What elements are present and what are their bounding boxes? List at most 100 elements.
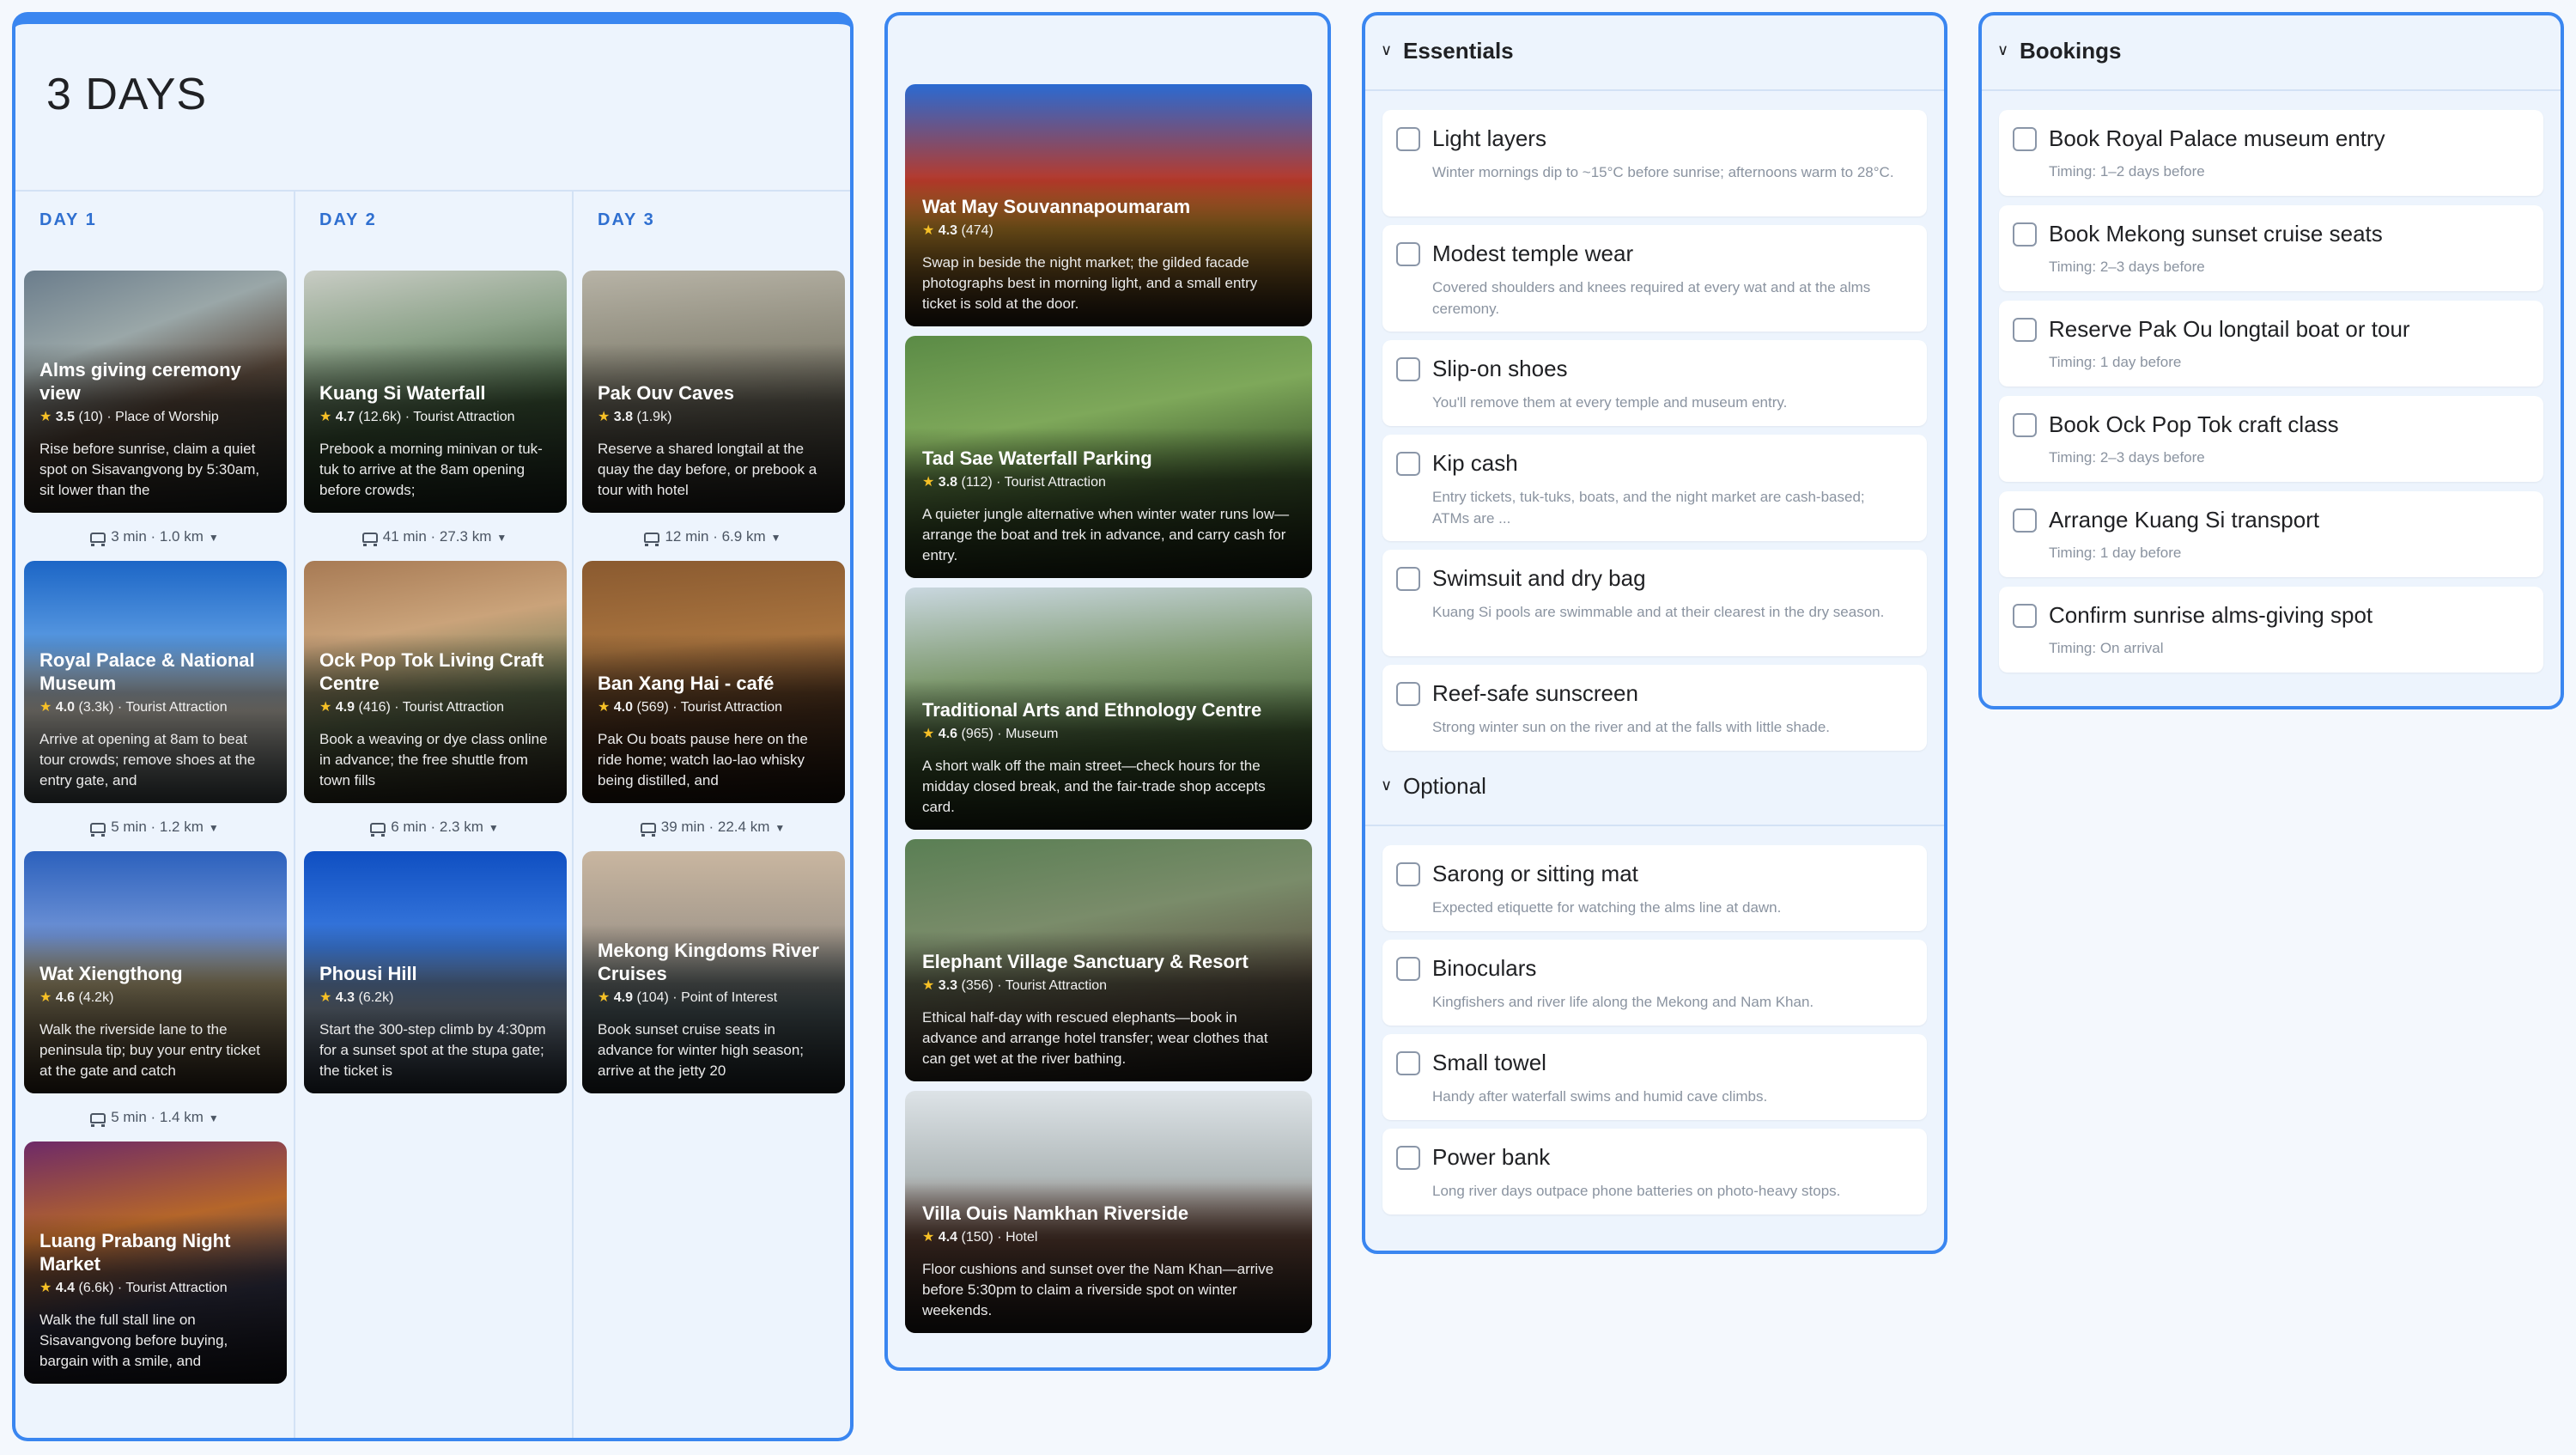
checklist-item[interactable]: Kip cash Entry tickets, tuk-tuks, boats,… — [1382, 435, 1927, 541]
travel-time[interactable]: 5 min · 1.4 km ▼ — [15, 1109, 294, 1127]
checklist-item[interactable]: Slip-on shoes You'll remove them at ever… — [1382, 340, 1927, 426]
checkbox[interactable] — [1396, 1051, 1420, 1075]
travel-time[interactable]: 39 min · 22.4 km ▼ — [574, 819, 850, 837]
booking-label: Confirm sunrise alms-giving spot — [2049, 602, 2373, 628]
place-description: Walk the riverside lane to the peninsula… — [39, 1021, 261, 1079]
place-card[interactable]: Pak Ouv Caves ★ 3.8 (1.9k) Reserve a sha… — [582, 271, 845, 513]
chevron-down-icon: ▼ — [496, 532, 507, 544]
checkbox[interactable] — [1396, 357, 1420, 381]
checkbox[interactable] — [2013, 508, 2037, 533]
place-name: Ban Xang Hai - café — [598, 673, 775, 694]
checkbox[interactable] — [2013, 604, 2037, 628]
saved-places-panel: Wat May Souvannapoumaram ★ 4.3 (474) Swa… — [884, 12, 1331, 1371]
place-card[interactable]: Wat Xiengthong ★ 4.6 (4.2k) Walk the riv… — [24, 851, 287, 1093]
checkbox[interactable] — [1396, 862, 1420, 886]
travel-time[interactable]: 12 min · 6.9 km ▼ — [574, 528, 850, 546]
booking-item[interactable]: Book Ock Pop Tok craft class Timing: 2–3… — [1999, 396, 2543, 482]
checklist-item[interactable]: Binoculars Kingfishers and river life al… — [1382, 940, 1927, 1026]
checkbox[interactable] — [1396, 682, 1420, 706]
checkbox[interactable] — [2013, 318, 2037, 342]
place-description: A short walk off the main street—check h… — [922, 758, 1266, 815]
checklist-item[interactable]: Power bank Long river days outpace phone… — [1382, 1129, 1927, 1215]
day-label: DAY 3 — [598, 210, 655, 229]
place-card[interactable]: Ban Xang Hai - café ★ 4.0 (569) · Touris… — [582, 561, 845, 803]
checkbox[interactable] — [1396, 452, 1420, 476]
star-icon: ★ — [319, 410, 332, 424]
car-icon — [90, 822, 106, 837]
item-label: Kip cash — [1432, 450, 1518, 476]
place-card[interactable]: Phousi Hill ★ 4.3 (6.2k) Start the 300-s… — [304, 851, 567, 1093]
place-description: Reserve a shared longtail at the quay th… — [598, 441, 817, 498]
star-icon: ★ — [922, 475, 935, 490]
place-card[interactable]: Royal Palace & National Museum ★ 4.0 (3.… — [24, 561, 287, 803]
bookings-header[interactable]: ∨ Bookings — [1982, 15, 2561, 91]
item-note: Kuang Si pools are swimmable and at thei… — [1432, 604, 1885, 620]
place-name: Kuang Si Waterfall — [319, 382, 486, 404]
checkbox[interactable] — [1396, 1146, 1420, 1170]
place-meta: ★ 4.0 (569) · Tourist Attraction — [598, 700, 783, 715]
checkbox[interactable] — [1396, 127, 1420, 151]
checklist-item[interactable]: Light layers Winter mornings dip to ~15°… — [1382, 110, 1927, 216]
item-note: Kingfishers and river life along the Mek… — [1432, 994, 1814, 1010]
place-card[interactable]: Wat May Souvannapoumaram ★ 4.3 (474) Swa… — [905, 84, 1312, 326]
bookings-panel: ∨ Bookings Book Royal Palace museum entr… — [1978, 12, 2564, 709]
section-title: Bookings — [2020, 38, 2122, 64]
star-icon: ★ — [598, 990, 611, 1005]
checkbox[interactable] — [2013, 413, 2037, 437]
place-meta: ★ 3.3 (356) · Tourist Attraction — [922, 978, 1108, 993]
place-name: Tad Sae Waterfall Parking — [922, 447, 1152, 469]
travel-time[interactable]: 5 min · 1.2 km ▼ — [15, 819, 294, 837]
place-name: Traditional Arts and Ethnology Centre — [922, 699, 1262, 721]
checklist-item[interactable]: Sarong or sitting mat Expected etiquette… — [1382, 845, 1927, 931]
checklist-item[interactable]: Modest temple wear Covered shoulders and… — [1382, 225, 1927, 332]
booking-item[interactable]: Confirm sunrise alms-giving spot Timing:… — [1999, 587, 2543, 673]
day-column-3: DAY 3 Pak Ouv Caves ★ 3.8 (1.9k) Reserve… — [572, 192, 850, 1438]
place-card[interactable]: Traditional Arts and Ethnology Centre ★ … — [905, 587, 1312, 830]
item-note: Handy after waterfall swims and humid ca… — [1432, 1088, 1768, 1105]
item-note: Strong winter sun on the river and at th… — [1432, 719, 1831, 735]
place-card[interactable]: Alms giving ceremony view ★ 3.5 (10) · P… — [24, 271, 287, 513]
place-description: Prebook a morning minivan or tuk-tuk to … — [319, 441, 543, 498]
travel-time[interactable]: 6 min · 2.3 km ▼ — [295, 819, 574, 837]
chevron-down-icon: ▼ — [775, 822, 786, 834]
checkbox[interactable] — [1396, 567, 1420, 591]
place-description: Ethical half-day with rescued elephants—… — [922, 1009, 1268, 1067]
star-icon: ★ — [39, 700, 52, 715]
car-icon — [361, 532, 378, 546]
place-card[interactable]: Villa Ouis Namkhan Riverside ★ 4.4 (150)… — [905, 1091, 1312, 1333]
star-icon: ★ — [598, 410, 611, 424]
place-description: Start the 300-step climb by 4:30pm for a… — [319, 1021, 546, 1079]
place-meta: ★ 3.8 (112) · Tourist Attraction — [922, 475, 1106, 490]
booking-item[interactable]: Book Mekong sunset cruise seats Timing: … — [1999, 205, 2543, 291]
place-card[interactable]: Elephant Village Sanctuary & Resort ★ 3.… — [905, 839, 1312, 1081]
essentials-header[interactable]: ∨ Essentials — [1365, 15, 1944, 91]
booking-timing: Timing: 2–3 days before — [2049, 259, 2205, 275]
booking-item[interactable]: Reserve Pak Ou longtail boat or tour Tim… — [1999, 301, 2543, 387]
item-label: Sarong or sitting mat — [1432, 861, 1638, 886]
place-meta: ★ 4.4 (6.6k) · Tourist Attraction — [39, 1281, 228, 1295]
travel-time[interactable]: 41 min · 27.3 km ▼ — [295, 528, 574, 546]
place-name: Mekong Kingdoms River Cruises — [598, 940, 819, 984]
place-card[interactable]: Tad Sae Waterfall Parking ★ 3.8 (112) · … — [905, 336, 1312, 578]
optional-header[interactable]: ∨ Optional — [1365, 751, 1944, 826]
car-icon — [90, 1112, 106, 1127]
checkbox[interactable] — [1396, 242, 1420, 266]
travel-time[interactable]: 3 min · 1.0 km ▼ — [15, 528, 294, 546]
place-name: Ock Pop Tok Living Craft Centre — [319, 649, 544, 694]
booking-item[interactable]: Arrange Kuang Si transport Timing: 1 day… — [1999, 491, 2543, 577]
days-title: 3 DAYS — [46, 70, 208, 119]
place-card[interactable]: Kuang Si Waterfall ★ 4.7 (12.6k) · Touri… — [304, 271, 567, 513]
place-description: Walk the full stall line on Sisavangvong… — [39, 1312, 228, 1369]
booking-item[interactable]: Book Royal Palace museum entry Timing: 1… — [1999, 110, 2543, 196]
checklist-item[interactable]: Small towel Handy after waterfall swims … — [1382, 1034, 1927, 1120]
checklist-item[interactable]: Reef-safe sunscreen Strong winter sun on… — [1382, 665, 1927, 751]
place-card[interactable]: Luang Prabang Night Market ★ 4.4 (6.6k) … — [24, 1141, 287, 1384]
place-description: Book sunset cruise seats in advance for … — [598, 1021, 805, 1079]
place-description: Pak Ou boats pause here on the ride home… — [598, 731, 808, 788]
place-card[interactable]: Mekong Kingdoms River Cruises ★ 4.9 (104… — [582, 851, 845, 1093]
place-card[interactable]: Ock Pop Tok Living Craft Centre ★ 4.9 (4… — [304, 561, 567, 803]
checklist-item[interactable]: Swimsuit and dry bag Kuang Si pools are … — [1382, 550, 1927, 656]
checkbox[interactable] — [2013, 222, 2037, 247]
checkbox[interactable] — [1396, 957, 1420, 981]
checkbox[interactable] — [2013, 127, 2037, 151]
